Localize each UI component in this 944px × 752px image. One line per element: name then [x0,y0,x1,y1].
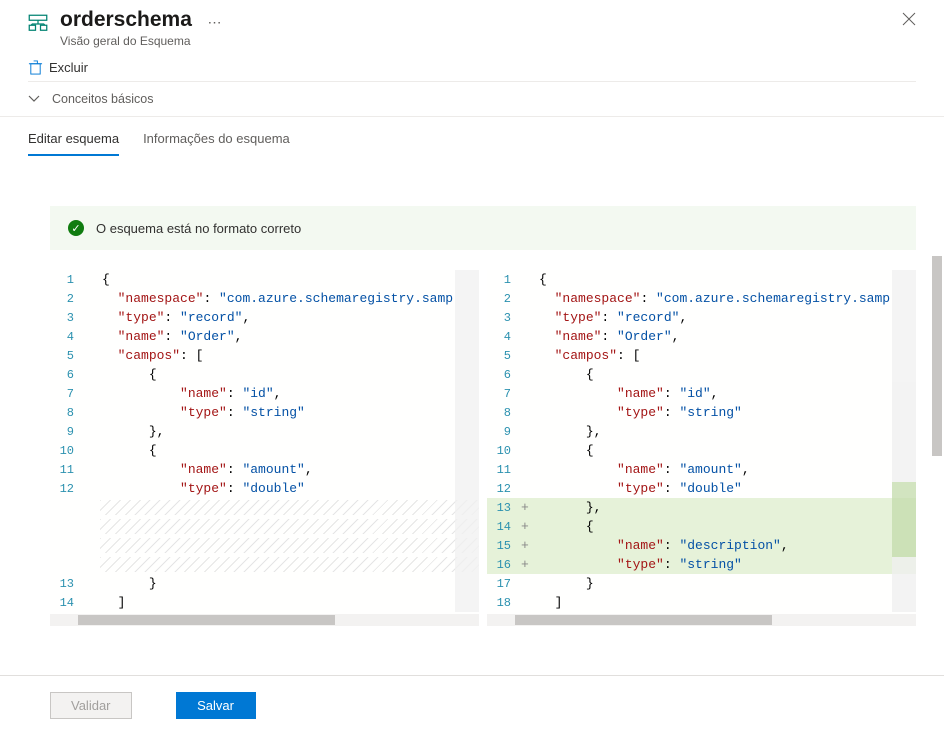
basics-label: Conceitos básicos [52,92,153,106]
hscroll-right[interactable] [487,614,916,626]
diff-right-pane[interactable]: 1{ 2 "namespace": "com.azure.schemaregis… [487,270,916,626]
delete-label: Excluir [49,60,88,75]
success-icon: ✓ [68,220,84,236]
more-actions-button[interactable]: ⋯ [208,14,222,30]
save-button[interactable]: Salvar [176,692,256,719]
schema-icon [28,14,48,34]
tab-schema-info[interactable]: Informações do esquema [143,127,290,156]
page-title: orderschema [60,8,192,31]
minimap-right [892,270,916,612]
basics-collapse[interactable]: Conceitos básicos [0,82,944,117]
diff-left-pane[interactable]: 1{ 2 "namespace": "com.azure.schemaregis… [50,270,479,626]
command-bar: Excluir [0,54,944,81]
minimap-left [455,270,479,612]
panel-header: orderschema ⋯ Visão geral do Esquema [0,0,944,54]
delete-button[interactable]: Excluir [28,60,88,75]
content-area: ✓ O esquema está no formato correto 1{ 2… [0,156,944,676]
footer-bar: Validar Salvar [22,676,944,735]
schema-panel: orderschema ⋯ Visão geral do Esquema Exc… [0,0,944,752]
validate-button[interactable]: Validar [50,692,132,719]
validation-banner: ✓ O esquema está no formato correto [50,206,916,250]
close-button[interactable] [902,12,916,31]
tab-bar: Editar esquema Informações do esquema [0,117,944,156]
diff-editor: 1{ 2 "namespace": "com.azure.schemaregis… [50,270,916,626]
hscroll-left[interactable] [50,614,479,626]
page-subtitle: Visão geral do Esquema [60,34,916,48]
chevron-down-icon [28,93,40,105]
banner-message: O esquema está no formato correto [96,221,301,236]
vertical-scrollbar[interactable] [930,256,944,675]
tab-edit-schema[interactable]: Editar esquema [28,127,119,156]
